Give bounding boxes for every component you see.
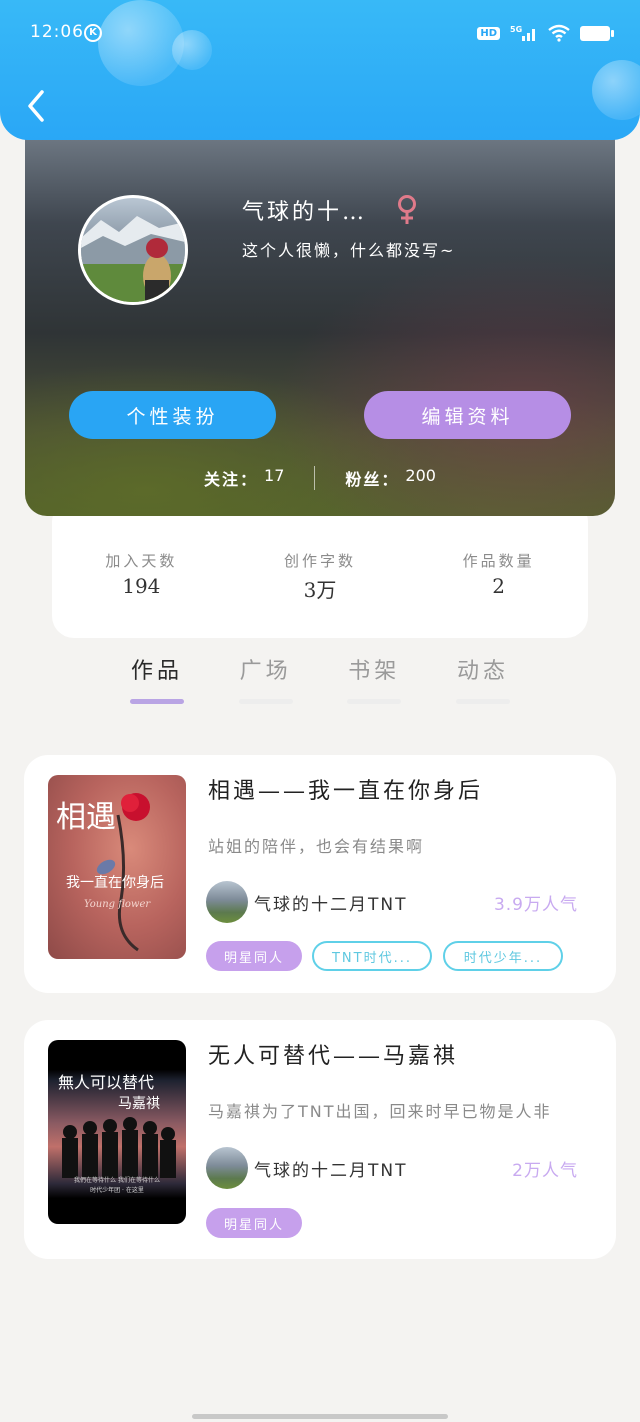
stat-value: 3万 xyxy=(303,578,337,602)
fans-count[interactable]: 粉丝： 200 xyxy=(345,466,436,490)
tab-label: 动态 xyxy=(456,659,509,684)
cover-english: Young flower xyxy=(84,899,151,910)
edit-profile-button[interactable]: 编辑资料 xyxy=(364,391,571,439)
status-icons: HD 5G xyxy=(477,24,614,42)
following-count[interactable]: 关注： 17 xyxy=(204,466,284,490)
following-value: 17 xyxy=(264,466,285,485)
divider xyxy=(314,466,316,490)
follow-stats: 关注： 17 粉丝： 200 xyxy=(25,464,615,492)
decor-bubble xyxy=(172,30,212,70)
work-cover[interactable]: 無人可以替代 马嘉祺 我們在等待什么 我们在等待什么 时代少年团 · 在这里 xyxy=(48,1040,186,1224)
avatar[interactable] xyxy=(78,195,188,305)
top-header: 12:06 K HD 5G xyxy=(0,0,640,140)
wifi-icon xyxy=(548,24,570,42)
fans-value: 200 xyxy=(405,466,436,485)
stat-join-days: 加入天数 194 xyxy=(66,550,216,598)
tag-chip[interactable]: TNT时代... xyxy=(312,941,432,971)
profile-hero: 气球的十… 这个人很懒，什么都没写~ 个性装扮 编辑资料 关注： 17 粉丝： … xyxy=(25,110,615,516)
decorate-button[interactable]: 个性装扮 xyxy=(69,391,276,439)
group-silhouette-image: 無人可以替代 马嘉祺 我們在等待什么 我们在等待什么 时代少年团 · 在这里 xyxy=(58,1073,176,1194)
status-time: 12:06 xyxy=(30,22,84,42)
cover-subtitle: 马嘉祺 xyxy=(118,1096,160,1112)
decor-bubble xyxy=(98,0,184,86)
tab-label: 书架 xyxy=(348,659,401,684)
stat-word-count: 创作字数 3万 xyxy=(245,550,395,603)
stat-value: 194 xyxy=(122,574,161,598)
tab-activity[interactable]: 动态 xyxy=(430,653,536,713)
work-title[interactable]: 无人可替代——马嘉祺 xyxy=(208,1038,458,1070)
author-name: 气球的十二月TNT xyxy=(254,1161,408,1181)
work-card[interactable]: 無人可以替代 马嘉祺 我們在等待什么 我们在等待什么 时代少年团 · 在这里 无… xyxy=(24,1020,616,1259)
tab-indicator xyxy=(238,699,293,704)
stat-label: 加入天数 xyxy=(105,552,178,570)
work-card[interactable]: 相遇 我一直在你身后 Young flower 相遇——我一直在你身后 站姐的陪… xyxy=(24,755,616,993)
tab-indicator xyxy=(347,699,402,704)
user-bio: 这个人很懒，什么都没写~ xyxy=(242,241,456,260)
tab-indicator xyxy=(455,699,510,704)
stats-card: 加入天数 194 创作字数 3万 作品数量 2 xyxy=(52,500,588,638)
tag-chip[interactable]: 明星同人 xyxy=(206,941,302,971)
decor-bubble xyxy=(592,60,640,120)
cover-caption: 我們在等待什么 我们在等待什么 xyxy=(74,1176,160,1184)
avatar-image xyxy=(81,216,185,302)
author-avatar[interactable] xyxy=(206,1147,248,1189)
popularity-count: 2万人气 xyxy=(512,1161,578,1181)
hd-icon: HD xyxy=(477,26,500,40)
tag-chip[interactable]: 明星同人 xyxy=(206,1208,302,1238)
popularity-count: 3.9万人气 xyxy=(493,895,578,915)
k-app-icon: K xyxy=(84,24,102,42)
work-description: 马嘉祺为了TNT出国，回来时早已物是人非 xyxy=(208,1102,552,1121)
tab-label: 广场 xyxy=(239,659,292,684)
author-avatar[interactable] xyxy=(206,881,248,923)
svg-text:5G: 5G xyxy=(510,25,522,34)
stat-label: 创作字数 xyxy=(283,552,356,570)
work-description: 站姐的陪伴，也会有结果啊 xyxy=(208,837,425,856)
author-name: 气球的十二月TNT xyxy=(254,895,408,915)
profile-tabs: 作品 广场 书架 动态 xyxy=(104,653,536,713)
female-icon xyxy=(398,195,416,224)
works-list: 相遇 我一直在你身后 Young flower 相遇——我一直在你身后 站姐的陪… xyxy=(0,728,640,1259)
user-nickname: 气球的十… xyxy=(242,200,368,225)
following-label: 关注： xyxy=(204,470,259,489)
stat-works-count: 作品数量 2 xyxy=(424,550,574,598)
cover-title: 無人可以替代 xyxy=(58,1073,154,1092)
signal-icon: 5G xyxy=(510,25,535,41)
work-title[interactable]: 相遇——我一直在你身后 xyxy=(208,773,483,805)
home-indicator[interactable] xyxy=(192,1414,448,1419)
work-cover[interactable]: 相遇 我一直在你身后 Young flower xyxy=(48,775,186,959)
stat-label: 作品数量 xyxy=(462,552,535,570)
tab-works[interactable]: 作品 xyxy=(104,653,210,713)
cover-title: 相遇 xyxy=(56,800,116,835)
tab-square[interactable]: 广场 xyxy=(213,653,319,713)
tag-chip[interactable]: 时代少年... xyxy=(443,941,563,971)
tab-label: 作品 xyxy=(130,659,183,684)
cover-subtitle: 我一直在你身后 xyxy=(66,874,164,891)
back-arrow-icon[interactable] xyxy=(22,88,52,124)
cover-caption: 时代少年团 · 在这里 xyxy=(90,1186,144,1194)
stat-value: 2 xyxy=(492,574,505,598)
tab-bookshelf[interactable]: 书架 xyxy=(321,653,427,713)
rose-image: 相遇 我一直在你身后 Young flower xyxy=(56,793,164,952)
fans-label: 粉丝： xyxy=(345,470,400,489)
battery-icon xyxy=(580,25,614,41)
tab-indicator xyxy=(130,699,184,704)
